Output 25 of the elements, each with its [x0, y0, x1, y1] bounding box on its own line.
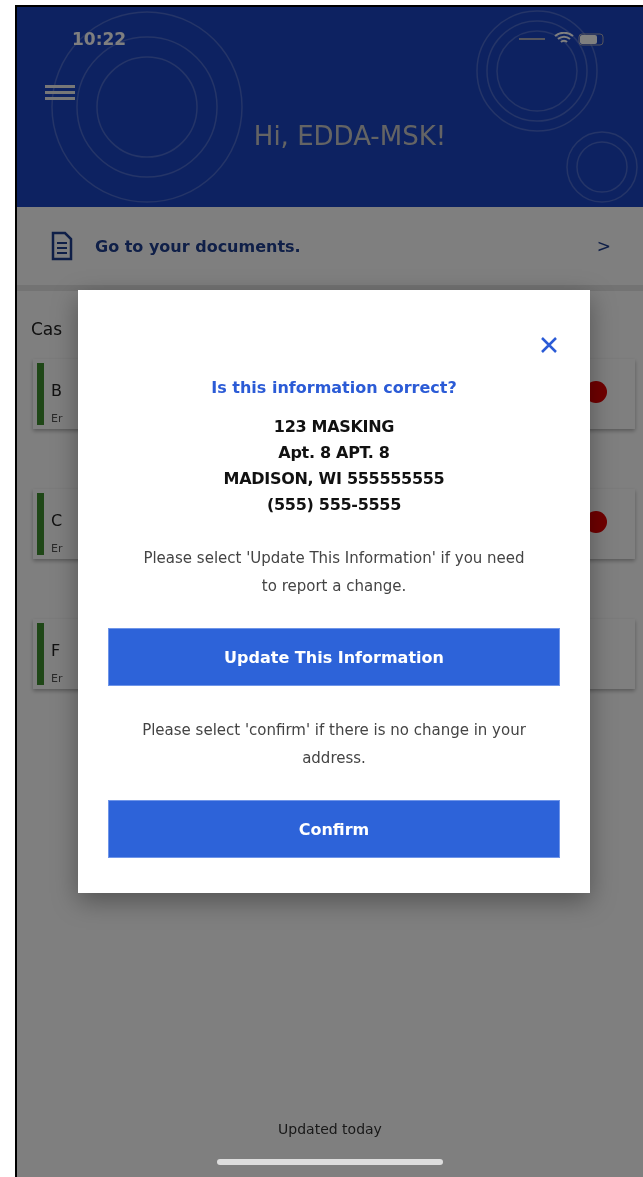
case-subtitle: Er: [51, 672, 63, 685]
address-line: MADISON, WI 555555555: [223, 469, 445, 488]
updated-text: Updated today: [277, 1121, 383, 1137]
menu-icon[interactable]: [45, 85, 75, 101]
case-title: F: [51, 641, 62, 660]
update-note: Please select 'Update This Information' if you need to report a change.: [142, 548, 526, 597]
status-time: 10:22: [72, 29, 127, 49]
case-subtitle: Er: [51, 412, 63, 425]
case-subtitle: Er: [51, 542, 63, 555]
address-line: (555) 555-5555: [267, 495, 401, 514]
address-line: 123 MASKING: [273, 417, 395, 436]
status-bar-stripe: [37, 493, 44, 555]
status-bar-stripe: [37, 363, 44, 425]
address-line: Apt. 8 APT. 8: [278, 443, 390, 462]
confirm-note: Please select 'confirm' if there is no change in your address.: [141, 720, 527, 769]
update-button[interactable]: Update This Information: [108, 628, 560, 686]
case-title: B: [51, 381, 63, 400]
greeting-title: Hi, EDDA-MSK!: [252, 121, 448, 151]
confirm-button[interactable]: Confirm: [108, 800, 560, 858]
chevron: >: [596, 236, 611, 256]
case-title: C: [51, 511, 63, 530]
status-bar-stripe: [37, 623, 44, 685]
dialog-title: Is this information correct?: [211, 378, 457, 397]
cases-heading: Cas: [31, 319, 64, 339]
document-icon: [51, 231, 73, 261]
